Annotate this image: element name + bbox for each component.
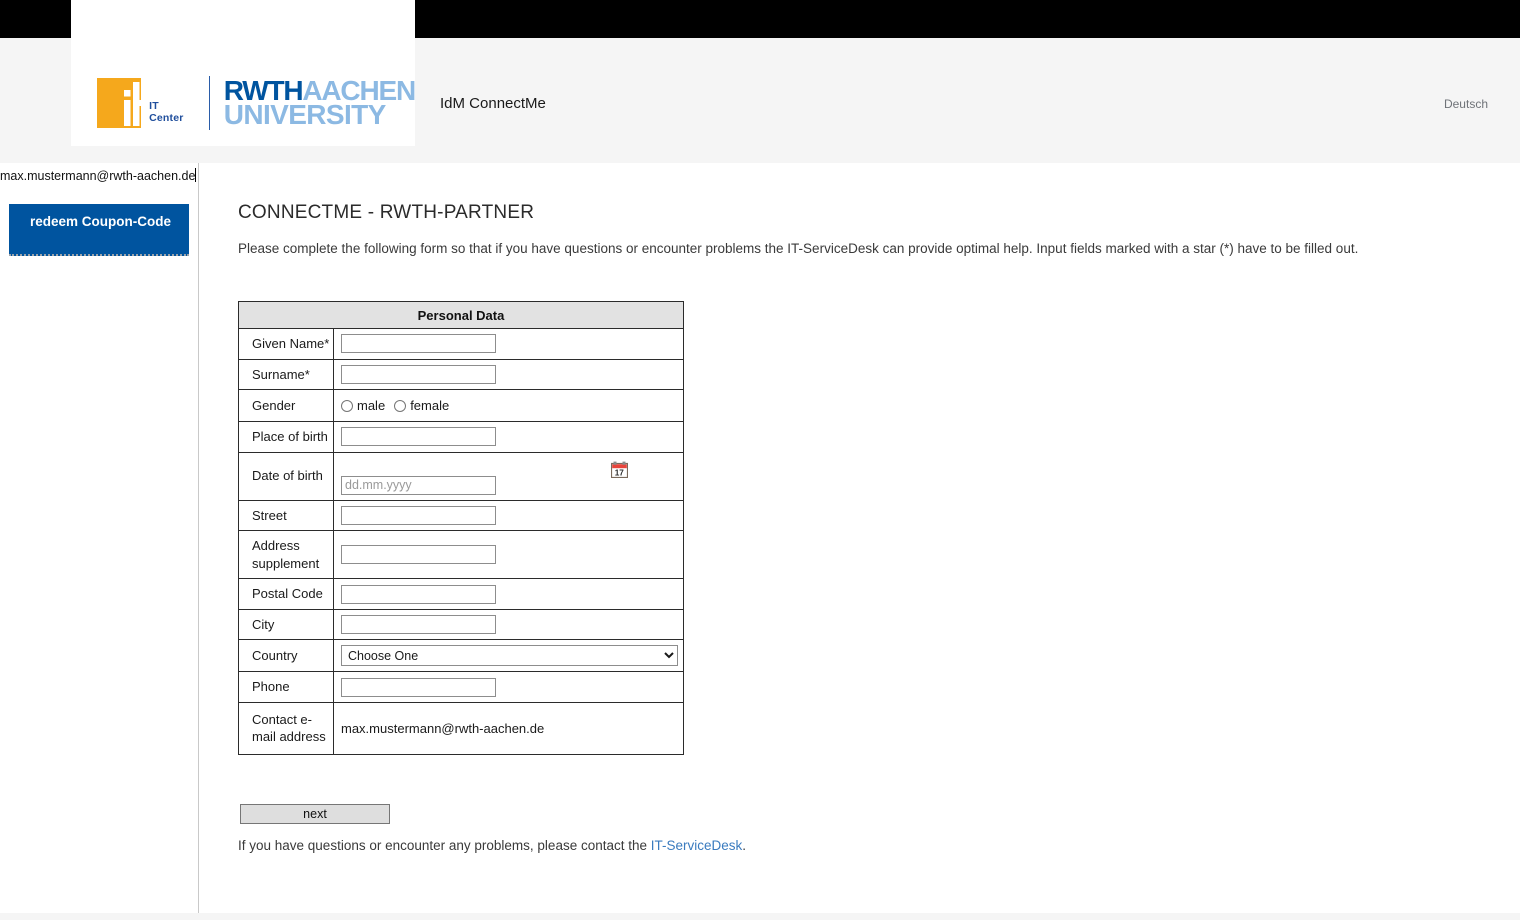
page-root: IT Center RWTHAACHEN UNIVERSITY IdM Conn… [0,0,1520,920]
table-row-postal-code: Postal Code [238,578,684,610]
footer-contact-line: If you have questions or encounter any p… [238,838,746,853]
table-row-address-supplement: Address supplement [238,530,684,580]
label-surname: Surname* [238,358,334,391]
surname-input[interactable] [341,364,496,384]
page-title: CONNECTME - RWTH-PARTNER [238,202,535,223]
gender-radio-group: male female [341,395,683,416]
form-table-caption: Personal Data [238,301,684,329]
label-street: Street [238,499,334,532]
gender-label-male: male [357,398,386,414]
field-cell-contact-email: max.mustermann@rwth-aachen.de [333,701,684,755]
table-row-street: Street [238,499,684,532]
footer-text-before: If you have questions or encounter any p… [238,838,651,853]
label-place-of-birth: Place of birth [238,421,334,453]
table-caption-row: Personal Data [238,301,684,329]
label-city: City [238,608,334,641]
field-cell-street [333,499,684,532]
table-row-contact-email: Contact e-mail address max.mustermann@rw… [238,701,684,755]
phone-input[interactable] [341,677,496,697]
app-title: IdM ConnectMe [440,95,546,112]
redeem-coupon-code-button[interactable]: redeem Coupon-Code [9,204,189,256]
header-strip: IT Center RWTHAACHEN UNIVERSITY IdM Conn… [0,38,1520,163]
field-cell-city [333,608,684,641]
language-switch-link[interactable]: Deutsch [1444,97,1488,111]
label-gender: Gender [238,389,334,423]
field-cell-place-of-birth [333,421,684,453]
table-row-place-of-birth: Place of birth [238,421,684,453]
label-contact-email: Contact e-mail address [238,701,334,755]
field-cell-date-of-birth: 17 [333,451,684,501]
field-cell-phone [333,671,684,703]
footer-text-after: . [742,838,747,853]
contact-email-value: max.mustermann@rwth-aachen.de [341,720,545,736]
gender-label-female: female [410,398,450,414]
calendar-icon-day: 17 [615,468,625,477]
main-content: CONNECTME - RWTH-PARTNER Please complete… [200,163,1520,913]
top-band-left [0,0,71,38]
date-of-birth-group [341,458,683,495]
label-country: Country [238,639,334,673]
sidebar [0,163,199,913]
email-echo-value: max.mustermann@rwth-aachen.de [0,169,196,183]
field-cell-country: Choose One [333,639,684,673]
personal-data-form-table: Personal Data Given Name* Surname* Gende… [238,301,684,755]
it-center-logo-icon [97,78,144,128]
it-center-label: IT Center [149,100,184,124]
text-caret [195,168,197,182]
field-cell-given-name [333,328,684,360]
field-cell-postal-code [333,578,684,610]
given-name-input[interactable] [341,334,496,354]
table-row-gender: Gender male female [238,389,684,423]
logo-lockup: IT Center RWTHAACHEN UNIVERSITY [97,76,416,130]
gender-radio-female[interactable] [394,399,407,412]
field-cell-gender: male female [333,389,684,423]
calendar-icon[interactable]: 17 [611,461,628,478]
label-given-name: Given Name* [238,328,334,360]
street-input[interactable] [341,505,496,525]
logo-box: IT Center RWTHAACHEN UNIVERSITY [71,38,416,146]
top-band-right [415,0,1520,38]
table-row-surname: Surname* [238,358,684,391]
date-of-birth-input[interactable] [341,475,496,495]
label-phone: Phone [238,671,334,703]
table-row-city: City [238,608,684,641]
postal-code-input[interactable] [341,584,496,604]
place-of-birth-input[interactable] [341,427,496,447]
bottom-strip [0,913,1520,920]
intro-paragraph: Please complete the following form so th… [238,241,1359,256]
rwth-university-text: UNIVERSITY [223,99,387,130]
it-servicedesk-link[interactable]: IT-ServiceDesk [651,838,743,853]
gender-radio-male[interactable] [341,399,353,412]
country-select[interactable]: Choose One [341,645,678,667]
rwth-wordmark: RWTHAACHEN UNIVERSITY [223,76,416,130]
table-row-given-name: Given Name* [238,328,684,360]
field-cell-address-supplement [333,530,684,580]
field-cell-surname [333,358,684,391]
table-row-phone: Phone [238,671,684,703]
email-echo-text: max.mustermann@rwth-aachen.de [0,168,197,183]
label-postal-code: Postal Code [238,578,334,610]
address-supplement-input[interactable] [341,545,496,565]
label-address-supplement: Address supplement [238,530,334,580]
city-input[interactable] [341,615,496,635]
next-button[interactable]: next [240,804,390,824]
table-row-date-of-birth: Date of birth 17 [238,451,684,501]
label-date-of-birth: Date of birth [238,451,334,501]
logo-divider [208,76,210,130]
it-letters-icon [124,82,144,126]
table-row-country: Country Choose One [238,639,684,673]
